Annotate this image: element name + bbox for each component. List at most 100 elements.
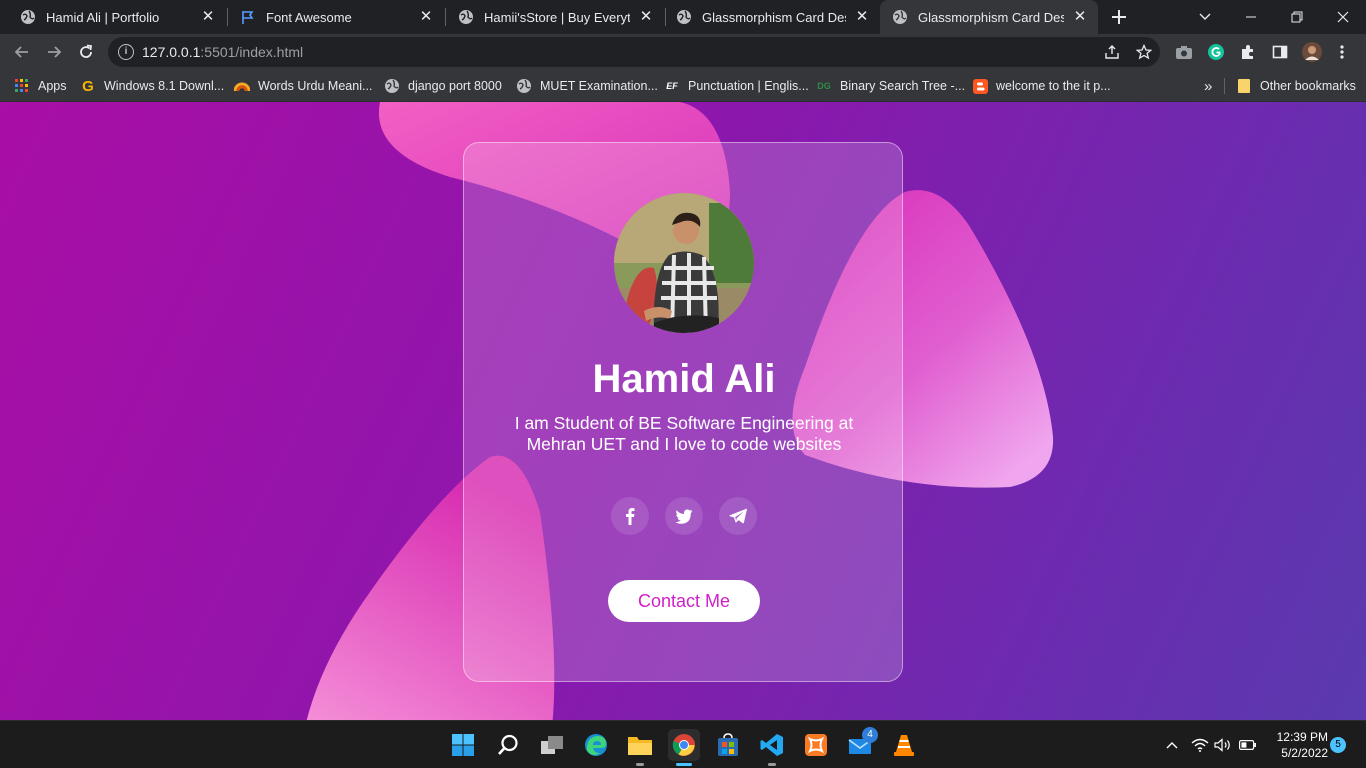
forward-button[interactable] bbox=[40, 38, 68, 66]
bookmark-star-button[interactable] bbox=[1130, 38, 1158, 66]
grammarly-icon bbox=[1208, 44, 1224, 60]
xampp-icon bbox=[805, 734, 827, 756]
reload-button[interactable] bbox=[72, 38, 100, 66]
contact-me-button[interactable]: Contact Me bbox=[608, 580, 760, 622]
minimize-icon bbox=[1246, 16, 1256, 18]
twitter-icon bbox=[675, 509, 693, 524]
close-icon bbox=[1337, 11, 1349, 23]
speaker-icon bbox=[1214, 738, 1230, 752]
bookmark-apps[interactable]: Apps bbox=[14, 76, 67, 96]
vlc-icon bbox=[894, 735, 914, 756]
share-icon bbox=[1105, 45, 1119, 59]
close-icon[interactable]: ✕ bbox=[418, 9, 434, 25]
bookmark-welcome[interactable]: welcome to the it p... bbox=[972, 76, 1111, 96]
file-explorer-icon bbox=[628, 737, 652, 755]
bookmark-muet[interactable]: MUET Examination... bbox=[516, 76, 658, 96]
edge-button[interactable] bbox=[580, 729, 612, 761]
address-bar[interactable]: i 127.0.0.1:5501/index.html bbox=[108, 37, 1160, 67]
bookmarks-bar: Apps G Windows 8.1 Downl... Words Urdu M… bbox=[0, 70, 1366, 102]
mail-badge: 4 bbox=[862, 727, 878, 743]
edge-icon bbox=[585, 734, 607, 756]
start-button[interactable] bbox=[447, 729, 479, 761]
notification-badge[interactable]: 5 bbox=[1330, 737, 1346, 753]
bookmark-bst[interactable]: DG Binary Search Tree -... bbox=[816, 76, 965, 96]
chevron-up-icon bbox=[1166, 742, 1178, 749]
vscode-button[interactable] bbox=[756, 729, 788, 766]
browser-toolbar: i 127.0.0.1:5501/index.html bbox=[0, 34, 1366, 70]
battery-button[interactable] bbox=[1238, 735, 1258, 755]
bookmark-label: Binary Search Tree -... bbox=[840, 79, 966, 93]
chrome-menu-button[interactable] bbox=[1328, 38, 1356, 66]
share-button[interactable] bbox=[1098, 38, 1126, 66]
back-button[interactable] bbox=[8, 38, 36, 66]
task-view-button[interactable] bbox=[536, 729, 568, 761]
arrow-left-icon bbox=[14, 46, 28, 58]
wifi-icon bbox=[1191, 738, 1209, 752]
globe-icon bbox=[20, 9, 36, 25]
new-tab-button[interactable] bbox=[1108, 6, 1130, 28]
system-clock[interactable]: 12:39 PM 5/2/2022 bbox=[1268, 729, 1328, 761]
close-icon[interactable]: ✕ bbox=[1072, 9, 1088, 25]
facebook-icon bbox=[626, 508, 635, 525]
tab-font-awesome[interactable]: Font Awesome ✕ bbox=[228, 0, 444, 34]
globe-icon bbox=[384, 78, 400, 94]
bookmark-windows[interactable]: G Windows 8.1 Downl... bbox=[80, 76, 224, 96]
file-explorer-button[interactable] bbox=[624, 729, 656, 766]
avatar bbox=[1302, 42, 1322, 62]
clock-time: 12:39 PM bbox=[1276, 730, 1328, 744]
more-vert-icon bbox=[1340, 45, 1344, 59]
tab-store[interactable]: Hamii'sStore | Buy Everything ✕ bbox=[446, 0, 664, 34]
running-indicator bbox=[768, 763, 776, 766]
telegram-link[interactable] bbox=[719, 497, 757, 535]
chrome-button[interactable] bbox=[668, 729, 700, 766]
tab-search-button[interactable] bbox=[1182, 0, 1228, 34]
task-view-icon bbox=[541, 736, 563, 754]
profile-name: Hamid Ali bbox=[592, 357, 776, 401]
globe-icon bbox=[516, 78, 532, 94]
tab-title: Glassmorphism Card Design bbox=[918, 9, 1064, 25]
tab-portfolio[interactable]: Hamid Ali | Portfolio ✕ bbox=[8, 0, 226, 34]
search-icon bbox=[498, 734, 518, 755]
show-hidden-icons-button[interactable] bbox=[1162, 735, 1182, 755]
close-icon[interactable]: ✕ bbox=[200, 9, 216, 25]
wifi-button[interactable] bbox=[1190, 735, 1210, 755]
bookmark-label: Words Urdu Meani... bbox=[258, 79, 373, 93]
profile-bio: I am Student of BE Software Engineering … bbox=[514, 413, 854, 454]
extensions-button[interactable] bbox=[1234, 38, 1262, 66]
close-icon[interactable]: ✕ bbox=[638, 9, 654, 25]
tab-glassmorphism[interactable]: Glassmorphism Card Design ✕ bbox=[664, 0, 880, 34]
site-info-icon[interactable]: i bbox=[118, 44, 134, 60]
mail-button[interactable]: 4 bbox=[844, 727, 878, 761]
chevron-down-icon bbox=[1199, 13, 1211, 20]
page-viewport: Hamid Ali I am Student of BE Software En… bbox=[0, 102, 1366, 720]
twitter-link[interactable] bbox=[665, 497, 703, 535]
url-text[interactable]: 127.0.0.1:5501/index.html bbox=[142, 44, 303, 60]
bookmark-django[interactable]: django port 8000 bbox=[384, 76, 502, 96]
bookmark-label: Punctuation | Englis... bbox=[688, 79, 809, 93]
volume-button[interactable] bbox=[1213, 735, 1233, 755]
facebook-link[interactable] bbox=[611, 497, 649, 535]
bookmark-label: welcome to the it p... bbox=[996, 79, 1111, 93]
xampp-button[interactable] bbox=[800, 729, 832, 761]
close-window-button[interactable] bbox=[1320, 0, 1366, 34]
profile-button[interactable] bbox=[1298, 38, 1326, 66]
more-bookmarks-button[interactable]: » bbox=[1204, 76, 1212, 96]
tab-glassmorphism-active[interactable]: Glassmorphism Card Design ✕ bbox=[880, 0, 1098, 34]
close-icon[interactable]: ✕ bbox=[854, 9, 870, 25]
vlc-button[interactable] bbox=[888, 729, 920, 761]
grammarly-extension[interactable] bbox=[1202, 38, 1230, 66]
restore-button[interactable] bbox=[1274, 0, 1320, 34]
bookmark-punctuation[interactable]: EF Punctuation | Englis... bbox=[664, 76, 809, 96]
minimize-button[interactable] bbox=[1228, 0, 1274, 34]
ef-logo-icon: EF bbox=[666, 81, 678, 91]
screenshot-extension[interactable] bbox=[1170, 38, 1198, 66]
search-button[interactable] bbox=[492, 729, 524, 761]
tab-title: Font Awesome bbox=[266, 9, 352, 25]
other-bookmarks-folder[interactable]: Other bookmarks bbox=[1236, 76, 1356, 96]
store-button[interactable] bbox=[712, 729, 744, 761]
folder-icon bbox=[1236, 78, 1252, 94]
tab-title: Hamii'sStore | Buy Everything bbox=[484, 9, 630, 25]
start-icon bbox=[452, 734, 474, 756]
side-panel-button[interactable] bbox=[1266, 38, 1294, 66]
bookmark-urdu[interactable]: Words Urdu Meani... bbox=[234, 76, 372, 96]
